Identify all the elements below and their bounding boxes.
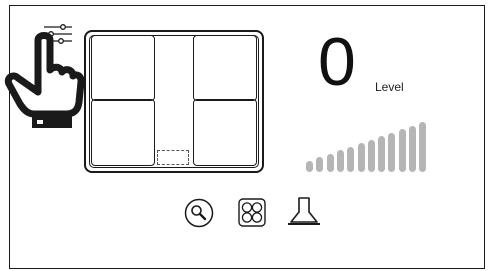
- zone-front-right[interactable]: [193, 35, 257, 101]
- level-segment: [326, 153, 334, 172]
- level-segment: [419, 122, 427, 172]
- level-segment: [409, 125, 416, 172]
- cooking-zones-icon[interactable]: [238, 198, 266, 227]
- search-icon[interactable]: [184, 198, 214, 228]
- zone-rear-right[interactable]: [193, 99, 257, 166]
- level-segment: [398, 129, 406, 172]
- level-segment: [357, 143, 365, 172]
- level-segment: [378, 136, 386, 172]
- power-level-value: 0: [318, 24, 356, 100]
- extractor-hood-icon[interactable]: [287, 196, 321, 228]
- zone-rear-left[interactable]: [91, 99, 155, 166]
- level-segment: [388, 132, 396, 172]
- power-level-bar: [306, 120, 430, 172]
- pointing-hand-icon: [4, 32, 84, 128]
- level-segment: [336, 150, 344, 172]
- level-segment: [367, 139, 375, 172]
- level-segment: [347, 146, 355, 172]
- level-segment: [306, 161, 313, 172]
- control-area-outline: [157, 150, 189, 165]
- level-segment: [316, 157, 324, 172]
- power-level-label: Level: [375, 80, 404, 94]
- zone-front-left[interactable]: [91, 35, 155, 101]
